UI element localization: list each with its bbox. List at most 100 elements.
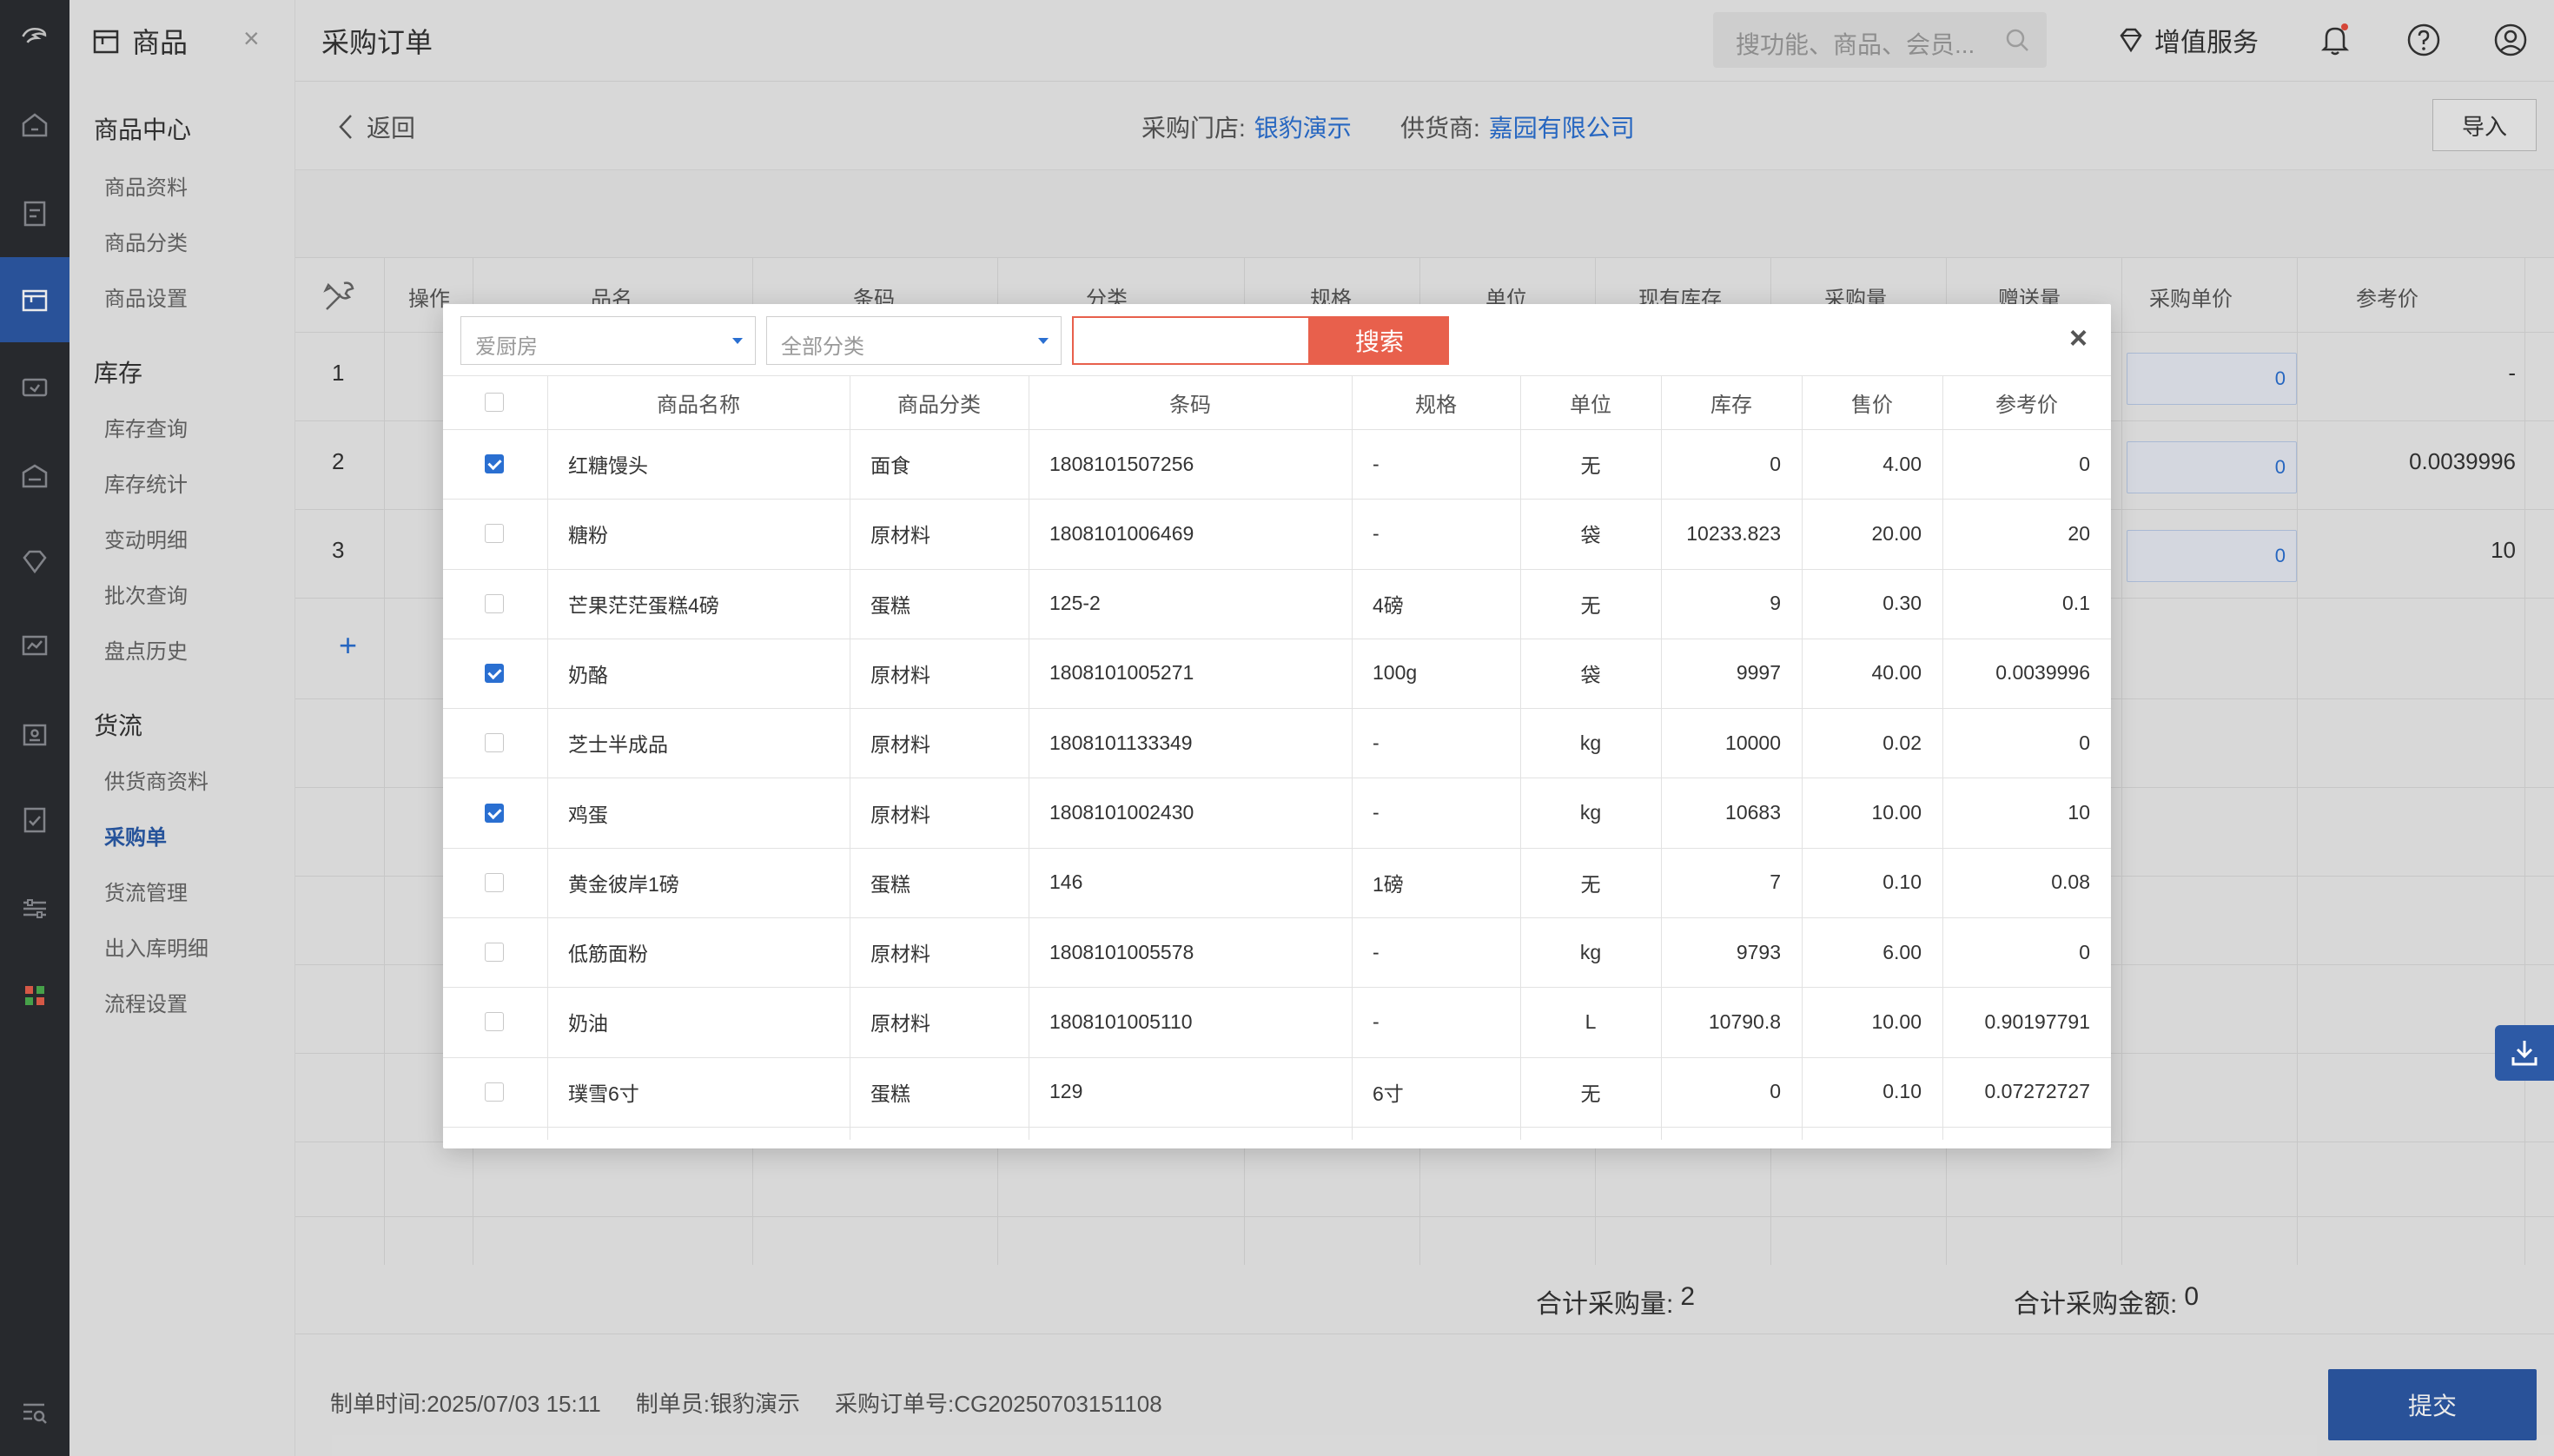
nav-item-stocktake-history[interactable]: 盘点历史 — [104, 634, 188, 665]
row-checkbox[interactable] — [485, 1082, 504, 1102]
spec-cell: 6寸 — [1373, 1082, 1404, 1105]
notification-bell-icon[interactable] — [2319, 23, 2351, 57]
table-row[interactable]: 黄金彼岸1磅 蛋糕 146 1磅 无 7 0.10 0.08 — [443, 848, 2111, 919]
product-search-input[interactable] — [1072, 316, 1310, 365]
logo-icon — [17, 19, 52, 54]
supplier-link[interactable]: 嘉园有限公司 — [1489, 109, 1635, 144]
table-row[interactable]: 红糖馒头 面食 1808101507256 - 无 0 4.00 0 — [443, 429, 2111, 500]
apps-grid-icon[interactable] — [17, 978, 52, 1013]
row-checkbox[interactable] — [485, 454, 504, 473]
stock-cell: 9 — [1770, 592, 1781, 615]
ref-price-cell: - — [2508, 360, 2516, 386]
chevron-left-icon — [339, 115, 352, 139]
global-search-input[interactable]: 搜功能、商品、会员... — [1713, 12, 2047, 68]
store-link[interactable]: 银豹演示 — [1254, 109, 1352, 144]
nav-item-change-detail[interactable]: 变动明细 — [104, 523, 188, 553]
home-icon[interactable] — [17, 108, 52, 142]
nav-group-goods-flow[interactable]: 货流 — [94, 707, 142, 742]
table-row[interactable]: 低筋面粉 原材料 1808101005578 - kg 9793 6.00 0 — [443, 917, 2111, 989]
report-icon[interactable] — [17, 629, 52, 664]
nav-item-purchase-order[interactable]: 采购单 — [104, 820, 167, 850]
warehouse-icon[interactable] — [17, 459, 52, 493]
select-all-checkbox[interactable] — [485, 393, 504, 412]
nav-item-product-info[interactable]: 商品资料 — [104, 170, 188, 201]
nav-close-button[interactable]: × — [243, 23, 260, 55]
product-picker-table: 商品名称 商品分类 条码 规格 单位 库存 售价 参考价 红糖馒头 面食 18081… — [443, 375, 2111, 1148]
supplier-info: 供货商: 嘉园有限公司 — [1400, 109, 1635, 144]
store-info: 采购门店: 银豹演示 — [1141, 109, 1352, 144]
table-row[interactable]: 芒果茫茫蛋糕4磅 蛋糕 125-2 4磅 无 9 0.30 0.1 — [443, 569, 2111, 639]
unit-price-input[interactable]: 0 — [2127, 353, 2297, 405]
barcode-cell: 1808101005271 — [1049, 661, 1194, 685]
col-header-barcode: 条码 — [1169, 393, 1211, 417]
staff-icon[interactable] — [17, 718, 52, 752]
unit-cell: 无 — [1580, 593, 1601, 617]
download-button[interactable] — [2495, 1025, 2554, 1081]
member-diamond-icon[interactable] — [17, 544, 52, 579]
barcode-cell: 1808101005578 — [1049, 940, 1194, 963]
nav-item-stock-query[interactable]: 库存查询 — [104, 412, 188, 442]
total-amount: 合计采购金额: 0 — [2014, 1282, 2200, 1319]
import-button[interactable]: 导入 — [2432, 99, 2537, 151]
unit-cell: kg — [1579, 731, 1602, 754]
search-button[interactable]: 搜索 — [1310, 316, 1449, 365]
store-select[interactable]: 爱厨房 — [460, 316, 756, 365]
table-row[interactable]: 璞雪6寸 蛋糕 129 6寸 无 0 0.10 0.07272727 — [443, 1057, 2111, 1128]
search-icon[interactable] — [2003, 26, 2031, 54]
nav-item-batch-query[interactable]: 批次查询 — [104, 579, 188, 609]
table-row[interactable]: 鸡蛋 原材料 1808101002430 - kg 10683 10.00 10 — [443, 778, 2111, 849]
price-cell: 40.00 — [1871, 661, 1922, 685]
checklist-icon[interactable] — [17, 803, 52, 837]
unit-price-input[interactable]: 0 — [2127, 530, 2297, 582]
row-checkbox[interactable] — [485, 872, 504, 892]
help-icon[interactable] — [2406, 23, 2441, 57]
nav-group-inventory[interactable]: 库存 — [94, 354, 142, 389]
row-checkbox[interactable] — [485, 733, 504, 753]
barcode-cell: 125-2 — [1049, 592, 1101, 615]
table-row[interactable]: 糖粉 原材料 1808101006469 - 袋 10233.823 20.00 20 — [443, 499, 2111, 570]
nav-item-stock-stats[interactable]: 库存统计 — [104, 467, 188, 498]
settings-wrench-icon[interactable] — [321, 278, 358, 314]
row-checkbox[interactable] — [485, 663, 504, 683]
submit-button[interactable]: 提交 — [2328, 1369, 2537, 1440]
row-checkbox[interactable] — [485, 524, 504, 544]
table-row[interactable]: 芝士半成品 原材料 1808101133349 - kg 10000 0.02 0 — [443, 708, 2111, 779]
row-checkbox[interactable] — [485, 593, 504, 613]
product-name-cell: 芝士半成品 — [568, 733, 668, 757]
row-index: 1 — [332, 360, 345, 386]
search-menu-icon[interactable] — [17, 1395, 52, 1430]
product-category-cell: 原材料 — [870, 733, 930, 757]
row-checkbox[interactable] — [485, 943, 504, 963]
category-select[interactable]: 全部分类 — [766, 316, 1062, 365]
nav-item-flow-management[interactable]: 货流管理 — [104, 876, 188, 906]
chevron-down-icon — [732, 338, 743, 344]
nav-item-process-settings[interactable]: 流程设置 — [104, 987, 188, 1017]
ref-price-cell: 10 — [2491, 537, 2516, 563]
product-category-cell: 原材料 — [870, 663, 930, 686]
unit-price-input[interactable]: 0 — [2127, 441, 2297, 493]
document-icon[interactable] — [17, 196, 52, 231]
product-name-cell: 奶酪 — [568, 663, 608, 686]
total-qty: 合计采购量: 2 — [1536, 1282, 1696, 1319]
user-avatar-icon[interactable] — [2493, 23, 2528, 57]
row-checkbox[interactable] — [485, 1012, 504, 1032]
sliders-icon[interactable] — [17, 891, 52, 926]
nav-group-product-center[interactable]: 商品中心 — [94, 111, 191, 146]
nav-item-supplier-info[interactable]: 供货商资料 — [104, 764, 208, 795]
row-checkbox[interactable] — [485, 803, 504, 823]
back-button[interactable]: 返回 — [337, 109, 415, 144]
nav-item-inout-detail[interactable]: 出入库明细 — [104, 931, 208, 962]
row-divider — [443, 1126, 2111, 1128]
modal-close-button[interactable]: × — [2069, 320, 2088, 356]
price-cell: 10.00 — [1871, 801, 1922, 824]
nav-item-product-settings[interactable]: 商品设置 — [104, 281, 188, 312]
card-icon[interactable] — [17, 370, 52, 405]
add-row-button[interactable]: + — [339, 627, 357, 664]
vip-service-button[interactable]: 增值服务 — [2116, 21, 2259, 59]
nav-item-product-category[interactable]: 商品分类 — [104, 226, 188, 256]
ref-price-cell: 0.0039996 — [1995, 661, 2090, 685]
table-row[interactable]: 奶酪 原材料 1808101005271 100g 袋 9997 40.00 0.003999… — [443, 639, 2111, 710]
table-row[interactable]: 奶油 原材料 1808101005110 - L 10790.8 10.00 0.901977… — [443, 987, 2111, 1058]
product-icon[interactable] — [17, 283, 52, 318]
price-cell: 0.02 — [1882, 731, 1922, 754]
